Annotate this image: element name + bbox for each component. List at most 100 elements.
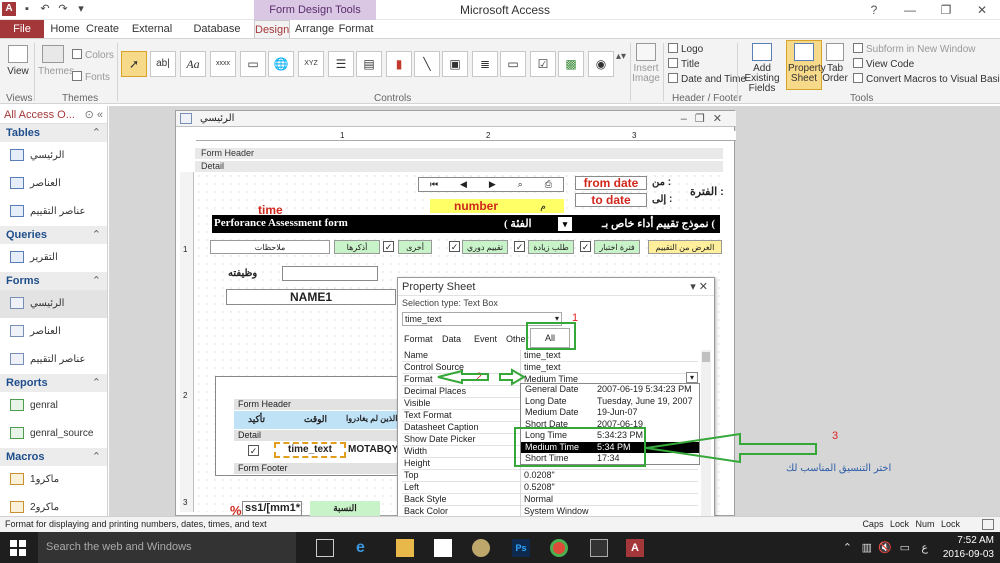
scroll-thumb[interactable]: [702, 352, 710, 362]
checkbox[interactable]: ✓: [449, 241, 460, 252]
close-icon[interactable]: ✕: [964, 0, 1000, 20]
chevron-up-icon[interactable]: ⌃: [92, 124, 101, 142]
windows-start-icon[interactable]: [10, 540, 26, 556]
format-option[interactable]: General Date 2007-06-19 5:34:23 PM: [521, 384, 699, 396]
checkbox[interactable]: ✓: [580, 241, 591, 252]
tray-up-icon[interactable]: ⌃: [843, 541, 852, 554]
tab-design[interactable]: Design: [254, 20, 290, 38]
logo-button[interactable]: Logo: [668, 43, 703, 55]
property-value[interactable]: Normal: [524, 494, 553, 505]
number-textbox[interactable]: number: [430, 199, 522, 213]
print-icon[interactable]: ⎙: [545, 178, 552, 191]
tab-home[interactable]: Home: [48, 20, 82, 38]
volume-icon[interactable]: 🔇: [878, 541, 892, 554]
convert-macros-button[interactable]: Convert Macros to Visual Basic: [853, 73, 1000, 85]
rectangle-icon[interactable]: ▭: [500, 51, 526, 77]
file-explorer-icon[interactable]: [396, 539, 414, 557]
app-icon[interactable]: [472, 539, 490, 557]
tab-event-props[interactable]: Event: [474, 334, 497, 344]
chevron-up-icon[interactable]: ⌃: [92, 272, 101, 290]
textbox-tool-icon[interactable]: ab|: [150, 51, 176, 77]
nav-item-macro[interactable]: ماكرو1: [0, 466, 107, 494]
nav-section-reports[interactable]: Reports ⌃: [0, 374, 107, 392]
find-icon[interactable]: ⌕: [518, 178, 523, 191]
nav-item-report[interactable]: genral: [0, 392, 107, 420]
controls-more-icon[interactable]: ▴▾: [616, 51, 626, 62]
insert-image-button[interactable]: Insert Image: [632, 43, 660, 84]
previous-record-icon[interactable]: ◀: [460, 178, 467, 191]
tab-format[interactable]: Format: [338, 20, 374, 38]
tab-database-tools[interactable]: Database Tools: [186, 20, 248, 53]
help-icon[interactable]: ?: [856, 0, 892, 20]
property-row[interactable]: Left 0.5208": [402, 482, 698, 494]
nav-section-forms[interactable]: Forms ⌃: [0, 272, 107, 290]
select-tool-icon[interactable]: ➚: [121, 51, 147, 77]
chevron-up-icon[interactable]: ⌃: [92, 226, 101, 244]
format-option[interactable]: Medium Date 19-Jun-07: [521, 407, 699, 419]
edge-icon[interactable]: e: [356, 539, 374, 557]
toggle-button-icon[interactable]: ▣: [442, 51, 468, 77]
property-value[interactable]: 0.5208": [524, 482, 555, 493]
view-code-button[interactable]: View Code: [853, 58, 914, 70]
checkbox-tool-icon[interactable]: ☑: [530, 51, 556, 77]
ratio-textbox[interactable]: ss1/[mm1*1(: [242, 501, 302, 516]
nav-item-report[interactable]: genral_source: [0, 420, 107, 448]
chevron-up-icon[interactable]: ⌃: [92, 374, 101, 392]
restore-icon[interactable]: ❐: [928, 0, 964, 20]
to-date-textbox[interactable]: to date: [575, 193, 647, 207]
nav-item-form-selected[interactable]: الرئيسي: [0, 290, 107, 318]
first-record-icon[interactable]: ⏮: [430, 178, 438, 191]
checkbox[interactable]: ✓: [383, 241, 394, 252]
job-textbox[interactable]: [282, 266, 378, 281]
motabqy-field[interactable]: MOTABQY: [348, 444, 398, 455]
format-option[interactable]: Long Date Tuesday, June 19, 2007: [521, 396, 699, 408]
detail-band[interactable]: Detail: [195, 161, 723, 172]
task-view-icon[interactable]: [316, 539, 334, 557]
nav-section-macros[interactable]: Macros ⌃: [0, 448, 107, 466]
view-button[interactable]: View: [6, 45, 30, 77]
tab-arrange[interactable]: Arrange: [295, 20, 334, 38]
nav-item-table[interactable]: الرئيسي: [0, 142, 107, 170]
notifications-icon[interactable]: ▭: [900, 541, 910, 554]
property-row[interactable]: Back Style Normal: [402, 494, 698, 506]
tab-data-props[interactable]: Data: [442, 334, 461, 344]
chrome-icon[interactable]: [550, 539, 568, 557]
title-button[interactable]: Title: [668, 58, 700, 70]
web-browser-icon[interactable]: XYZ: [298, 51, 324, 77]
minimize-icon[interactable]: —: [892, 0, 928, 20]
tab-file[interactable]: File: [0, 20, 44, 38]
subform-control[interactable]: Form Header تأكيد الوقت أسماء الذين لم ي…: [215, 376, 419, 476]
nav-item-form[interactable]: العناصر: [0, 318, 107, 346]
pane-options-close-icon[interactable]: ▾ ✕: [690, 278, 708, 296]
property-value[interactable]: 0.0208": [524, 470, 555, 481]
chart-icon[interactable]: ▮: [386, 51, 412, 77]
property-row[interactable]: Name time_text: [402, 350, 698, 362]
form-window-controls-icon[interactable]: –❐✕: [681, 112, 730, 125]
next-record-icon[interactable]: ▶: [489, 178, 496, 191]
property-row[interactable]: Top 0.0208": [402, 470, 698, 482]
nav-pane-title[interactable]: All Access O... ⊙ «: [0, 106, 107, 124]
nav-item-query[interactable]: التقرير: [0, 244, 107, 272]
nav-item-form[interactable]: عناصر التقييم: [0, 346, 107, 374]
save-icon[interactable]: ▪: [20, 2, 34, 16]
store-icon[interactable]: [434, 539, 452, 557]
from-date-textbox[interactable]: from date: [575, 176, 647, 190]
date-time-button[interactable]: Date and Time: [668, 73, 746, 85]
navigation-control-icon[interactable]: ☰: [328, 51, 354, 77]
subform-new-window-button[interactable]: Subform in New Window: [853, 43, 975, 55]
name1-textbox[interactable]: NAME1: [226, 289, 396, 305]
tab-control-icon[interactable]: ▭: [240, 51, 266, 77]
nav-item-table[interactable]: عناصر التقييم: [0, 198, 107, 226]
tab-order-button[interactable]: Tab Order: [822, 43, 848, 84]
label-tool-icon[interactable]: Aa: [180, 51, 206, 77]
colors-button[interactable]: Colors: [72, 49, 114, 61]
themes-button[interactable]: Themes: [38, 45, 74, 77]
property-sheet-button[interactable]: Property Sheet: [788, 43, 826, 84]
property-value[interactable]: time_text: [524, 350, 561, 361]
nav-collapse-icon[interactable]: ⊙ «: [85, 106, 103, 124]
add-existing-fields-button[interactable]: Add Existing Fields: [740, 43, 784, 94]
image-tool-icon[interactable]: ▩: [558, 51, 584, 77]
nav-item-table[interactable]: العناصر: [0, 170, 107, 198]
keyboard-language[interactable]: ع: [921, 541, 928, 554]
form-header-band[interactable]: Form Header: [195, 148, 723, 159]
